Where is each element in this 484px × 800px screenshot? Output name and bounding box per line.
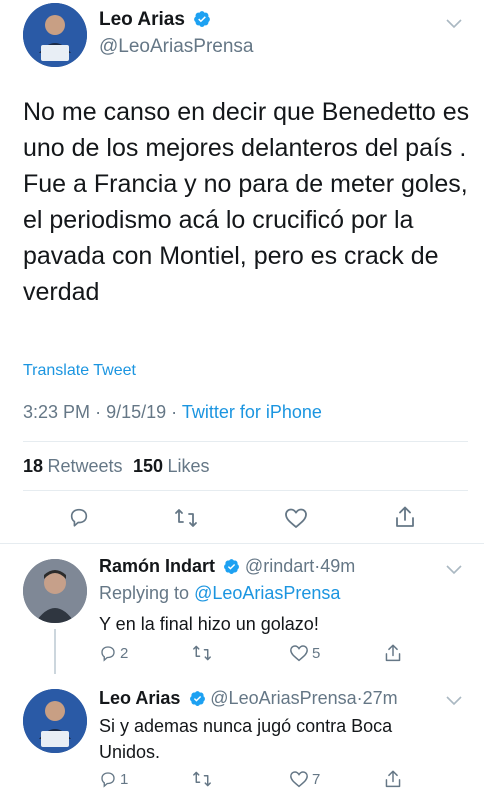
author-name[interactable]: Leo Arias — [99, 9, 185, 30]
verified-badge-icon — [223, 558, 240, 580]
replying-to: Replying to @LeoAriasPrensa — [99, 583, 340, 604]
reply-text: Si y ademas nunca jugó contra Boca Unido… — [99, 713, 392, 765]
chevron-down-icon[interactable] — [446, 16, 462, 34]
like-icon — [290, 645, 308, 662]
retweets-stat[interactable]: 18 Retweets — [23, 456, 127, 476]
likes-stat[interactable]: 150 Likes — [132, 456, 210, 476]
tweet-text-line: uno de los mejores delanteros del país . — [23, 134, 467, 162]
reply-author-avatar[interactable] — [23, 689, 87, 753]
reply-text-line: Si y ademas nunca jugó contra Boca — [99, 716, 393, 736]
likes-label: Likes — [167, 456, 210, 476]
share-button[interactable] — [384, 643, 402, 663]
retweets-label: Retweets — [47, 456, 123, 476]
reply-icon — [101, 646, 115, 662]
meta-separator: · — [171, 402, 178, 422]
author-handle[interactable]: @LeoAriasPrensa — [99, 36, 253, 58]
tweet-meta: 3:23 PM · 9/15/19 · Twitter for iPhone — [23, 402, 322, 423]
like-icon — [290, 771, 308, 788]
reply-text: Y en la final hizo un golazo! — [99, 614, 319, 634]
replying-to-prefix: Replying to — [99, 583, 190, 603]
reply-author-name[interactable]: Ramón Indart — [99, 556, 215, 576]
reply-text-line: Unidos. — [99, 742, 161, 762]
tweet-text-line: verdad — [23, 278, 100, 306]
meta-separator: · — [95, 402, 102, 422]
tweet-text-line: No me canso en decir que Benedetto es — [23, 98, 470, 126]
share-icon[interactable] — [394, 505, 416, 534]
divider — [23, 441, 468, 442]
tweet-date: 9/15/19 — [106, 402, 167, 422]
retweets-count: 18 — [23, 456, 44, 476]
reply-age: 27m — [362, 688, 398, 708]
translate-tweet-link[interactable]: Translate Tweet — [23, 362, 136, 380]
like-count: 5 — [312, 644, 321, 662]
chevron-down-icon[interactable] — [446, 693, 462, 711]
divider — [23, 490, 468, 491]
reply-button[interactable]: 1 — [99, 770, 128, 788]
like-icon[interactable] — [284, 507, 308, 534]
share-icon — [385, 770, 401, 788]
retweet-icon — [193, 645, 211, 661]
retweet-button[interactable] — [192, 770, 215, 788]
reply-button[interactable]: 2 — [99, 644, 128, 662]
reply-author-handle[interactable]: @rindart — [245, 556, 314, 576]
verified-badge-icon — [193, 10, 211, 33]
retweet-icon — [193, 771, 211, 787]
reply-count: 2 — [120, 644, 129, 662]
reply-author-handle[interactable]: @LeoAriasPrensa — [210, 688, 356, 708]
chevron-down-icon[interactable] — [446, 562, 462, 580]
tweet-source-link[interactable]: Twitter for iPhone — [182, 402, 322, 422]
author-avatar[interactable] — [23, 3, 87, 67]
retweet-icon[interactable] — [174, 507, 198, 534]
like-button[interactable]: 5 — [289, 644, 320, 662]
reply-author-avatar[interactable] — [23, 559, 87, 623]
reply-count: 1 — [120, 770, 129, 788]
tweet-stats: 18 Retweets 150 Likes — [23, 456, 210, 477]
likes-count: 150 — [132, 456, 164, 476]
thread-line — [54, 629, 56, 674]
tweet-text-line: el periodismo acá lo crucificó por la — [23, 206, 414, 234]
tweet-time: 3:23 PM — [23, 402, 91, 422]
tweet-text-line: pavada con Montiel, pero es crack de — [23, 242, 439, 270]
tweet-text-line: Fue a Francia y no para de meter goles, — [23, 170, 468, 198]
retweet-button[interactable] — [192, 644, 215, 662]
tweet-text: No me canso en decir que Benedetto es un… — [23, 94, 473, 310]
share-button[interactable] — [384, 769, 402, 789]
like-button[interactable]: 7 — [289, 770, 320, 788]
reply-icon[interactable] — [68, 506, 90, 533]
replying-to-handle[interactable]: @LeoAriasPrensa — [194, 583, 340, 603]
share-icon — [385, 644, 401, 662]
reply-icon — [101, 772, 115, 788]
verified-badge-icon — [189, 690, 206, 712]
divider — [0, 543, 484, 544]
like-count: 7 — [312, 770, 321, 788]
reply-age: 49m — [320, 556, 356, 576]
reply-author-name[interactable]: Leo Arias — [99, 688, 180, 708]
